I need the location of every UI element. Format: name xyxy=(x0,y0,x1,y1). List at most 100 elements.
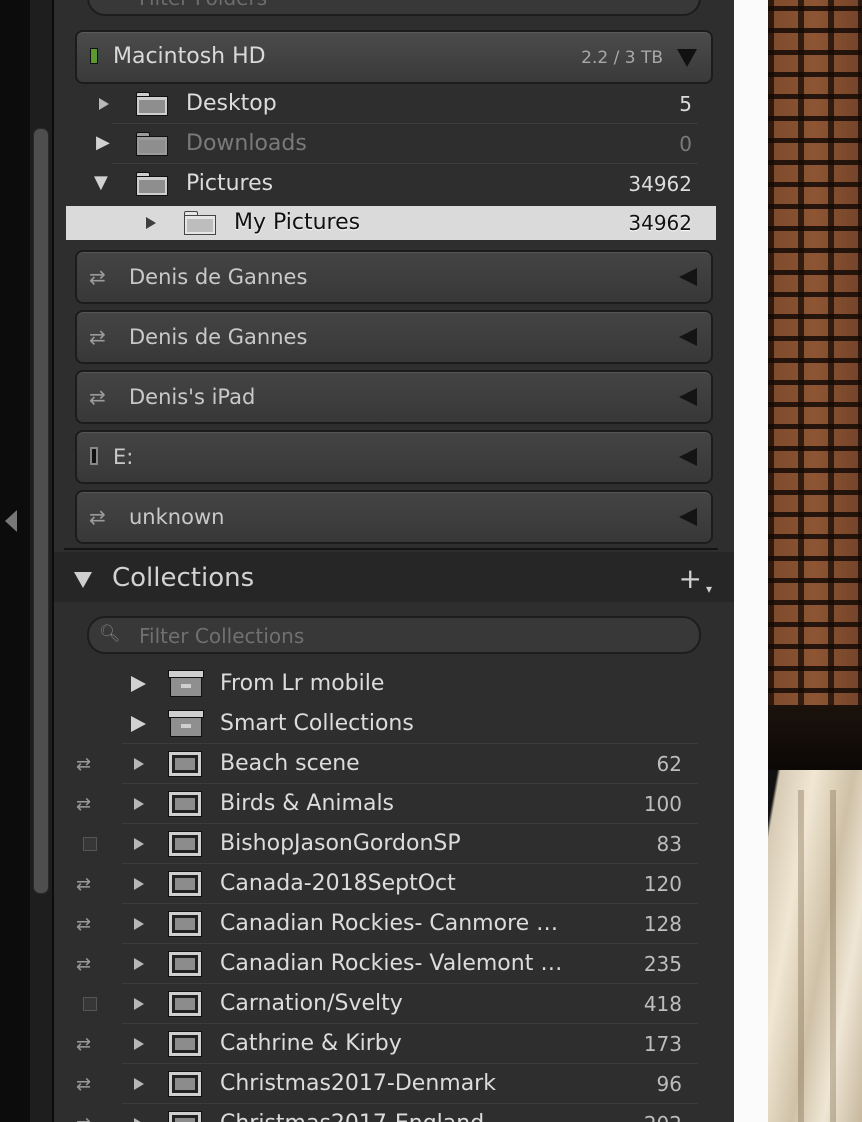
folder-count: 5 xyxy=(679,92,692,116)
folder-row-pictures[interactable]: ▼ Pictures 34962 xyxy=(66,164,716,204)
sync-arrows-icon[interactable]: ⇄ xyxy=(76,874,91,895)
folder-filter-input[interactable]: Filter Folders xyxy=(87,0,701,16)
disclosure-collapsed-icon[interactable] xyxy=(131,676,146,692)
collection-icon xyxy=(168,791,202,817)
sync-checkbox[interactable] xyxy=(83,837,97,851)
volume-name: Macintosh HD xyxy=(113,44,266,69)
sync-arrows-icon[interactable]: ⇄ xyxy=(76,1034,91,1055)
folder-count: 0 xyxy=(679,132,692,156)
scrollbar-thumb[interactable] xyxy=(33,128,49,894)
folder-icon xyxy=(136,132,168,156)
collection-row[interactable]: ⇄ Canadian Rockies- Valemont to... 235 xyxy=(66,944,716,984)
sync-arrows-icon: ⇄ xyxy=(89,385,106,409)
collection-name: Cathrine & Kirby xyxy=(220,1031,402,1056)
collection-name: Canada-2018SeptOct xyxy=(220,871,456,896)
sync-arrows-icon: ⇄ xyxy=(89,265,106,289)
volume-expand-triangle-icon[interactable] xyxy=(677,49,697,67)
volume-header-remote-2[interactable]: ⇄ Denis de Gannes xyxy=(75,310,713,364)
volume-header-unknown[interactable]: ⇄ unknown xyxy=(75,490,713,544)
collection-row[interactable]: ⇄ Beach scene 62 xyxy=(66,744,716,784)
collection-count: 202 xyxy=(644,1112,682,1122)
collection-icon xyxy=(168,991,202,1017)
volume-header-macintosh-hd[interactable]: Macintosh HD 2.2 / 3 TB xyxy=(75,30,713,84)
disclosure-partial-icon[interactable] xyxy=(134,1078,144,1090)
sync-arrows-icon[interactable]: ⇄ xyxy=(76,914,91,935)
disclosure-partial-icon[interactable] xyxy=(134,878,144,890)
folder-name: My Pictures xyxy=(234,210,361,235)
disclosure-expanded-icon[interactable]: ▼ xyxy=(94,174,108,192)
collections-title: Collections xyxy=(112,563,255,593)
sync-arrows-icon[interactable]: ⇄ xyxy=(76,794,91,815)
disclosure-partial-icon[interactable] xyxy=(99,98,109,110)
disclosure-partial-icon[interactable] xyxy=(134,838,144,850)
collection-count: 83 xyxy=(656,832,682,856)
collection-set-icon xyxy=(168,710,204,737)
collection-row[interactable]: BishopJasonGordonSP 83 xyxy=(66,824,716,864)
sync-arrows-icon[interactable]: ⇄ xyxy=(76,754,91,775)
disclosure-partial-icon[interactable] xyxy=(134,998,144,1010)
collections-expand-triangle-icon[interactable] xyxy=(74,572,92,588)
collection-row[interactable]: ⇄ Canada-2018SeptOct 120 xyxy=(66,864,716,904)
disclosure-collapsed-icon[interactable] xyxy=(131,716,146,732)
volume-collapsed-triangle-icon[interactable] xyxy=(679,328,697,346)
collection-row[interactable]: ⇄ Christmas2017-England 202 xyxy=(66,1104,716,1122)
sync-arrows-icon[interactable]: ⇄ xyxy=(76,954,91,975)
disclosure-partial-icon[interactable] xyxy=(146,217,156,229)
collection-filter-input[interactable]: 🔍︎ Filter Collections xyxy=(87,616,701,654)
volume-collapsed-triangle-icon[interactable] xyxy=(679,448,697,466)
collection-set-row[interactable]: Smart Collections xyxy=(66,704,716,744)
folders-panel-border xyxy=(64,548,718,550)
disclosure-partial-icon[interactable] xyxy=(134,918,144,930)
folder-count: 34962 xyxy=(628,211,692,235)
folder-row-desktop[interactable]: Desktop 5 xyxy=(66,84,716,124)
sync-arrows-icon[interactable]: ⇄ xyxy=(76,1074,91,1095)
sync-checkbox[interactable] xyxy=(83,997,97,1011)
photo-preview xyxy=(768,0,862,1122)
collection-name: Canadian Rockies- Valemont to... xyxy=(220,951,570,976)
folder-filter-placeholder: Filter Folders xyxy=(139,0,267,10)
collection-row[interactable]: ⇄ Birds & Animals 100 xyxy=(66,784,716,824)
volume-collapsed-triangle-icon[interactable] xyxy=(679,388,697,406)
collection-count: 418 xyxy=(643,992,682,1016)
folder-row-downloads[interactable]: ▶ Downloads 0 xyxy=(66,124,716,164)
collection-count: 96 xyxy=(656,1072,682,1096)
volume-status-indicator-icon xyxy=(90,48,98,64)
volume-header-remote-1[interactable]: ⇄ Denis de Gannes xyxy=(75,250,713,304)
sync-arrows-icon[interactable]: ⇄ xyxy=(76,1114,91,1122)
collection-icon xyxy=(168,1111,202,1122)
collection-count: 120 xyxy=(643,872,682,896)
disclosure-partial-icon[interactable] xyxy=(134,1118,144,1122)
volume-collapsed-triangle-icon[interactable] xyxy=(679,508,697,526)
volume-collapsed-triangle-icon[interactable] xyxy=(679,268,697,286)
collection-count: 173 xyxy=(643,1032,682,1056)
collection-count: 128 xyxy=(643,912,682,936)
drive-indicator-icon xyxy=(90,447,98,465)
collection-icon xyxy=(168,1071,202,1097)
volume-name: unknown xyxy=(129,505,225,529)
collapse-left-arrow-icon[interactable] xyxy=(5,510,17,532)
collection-row[interactable]: Carnation/Svelty 418 xyxy=(66,984,716,1024)
collections-panel-header[interactable]: Collections + ▾ xyxy=(54,552,734,602)
folder-row-my-pictures[interactable]: My Pictures 34962 xyxy=(66,206,716,240)
collection-icon xyxy=(168,911,202,937)
disclosure-partial-icon[interactable] xyxy=(134,758,144,770)
collection-name: BishopJasonGordonSP xyxy=(220,831,461,856)
panel-divider xyxy=(734,0,768,1122)
disclosure-collapsed-icon[interactable]: ▶ xyxy=(96,134,110,152)
disclosure-partial-icon[interactable] xyxy=(134,1038,144,1050)
volume-name: E: xyxy=(113,445,134,469)
collection-set-icon xyxy=(168,670,204,697)
disclosure-partial-icon[interactable] xyxy=(134,958,144,970)
volume-header-e-drive[interactable]: E: xyxy=(75,430,713,484)
collection-row[interactable]: ⇄ Canadian Rockies- Canmore AL... 128 xyxy=(66,904,716,944)
collection-count: 100 xyxy=(643,792,682,816)
collection-icon xyxy=(168,951,202,977)
collection-row[interactable]: ⇄ Christmas2017-Denmark 96 xyxy=(66,1064,716,1104)
add-collection-plus-icon[interactable]: + xyxy=(679,562,702,595)
volume-header-ipad[interactable]: ⇄ Denis's iPad xyxy=(75,370,713,424)
collection-set-row[interactable]: From Lr mobile xyxy=(66,664,716,704)
add-collection-caret-icon[interactable]: ▾ xyxy=(706,582,712,596)
disclosure-partial-icon[interactable] xyxy=(134,798,144,810)
collection-row[interactable]: ⇄ Cathrine & Kirby 173 xyxy=(66,1024,716,1064)
panel-scrollbar[interactable] xyxy=(30,0,52,1122)
